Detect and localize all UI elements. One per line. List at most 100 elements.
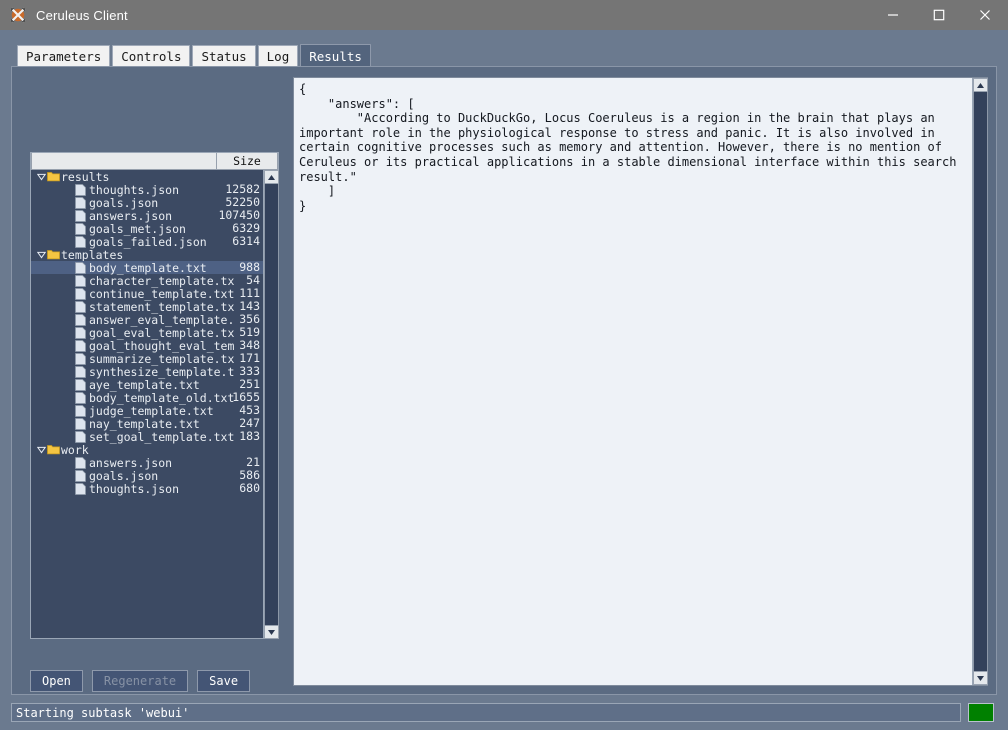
title-bar: Ceruleus Client [0, 0, 1008, 30]
tree-row-label: results [61, 170, 110, 184]
tree-row-label: aye_template.txt [89, 377, 200, 392]
tab-log[interactable]: Log [257, 45, 299, 67]
tree-file-row[interactable]: answer_eval_template. 356 [31, 312, 263, 327]
tree-row-label: goals.json [89, 195, 159, 210]
file-content-scrollbar[interactable] [972, 78, 988, 685]
column-header-name[interactable] [31, 153, 217, 170]
file-content-text[interactable]: { "answers": [ "According to DuckDuckGo,… [294, 78, 973, 685]
tree-file-row[interactable]: goals.json 586 [31, 468, 263, 483]
tree-file-row[interactable]: body_template_old.txt 1655 [31, 390, 263, 405]
status-bar: Starting subtask 'webui' [11, 702, 997, 723]
tree-row-label: body_template.txt [89, 260, 207, 275]
tree-row-label: goal_thought_eval_tem [89, 338, 235, 353]
file-icon [75, 313, 86, 326]
tree-folder-row[interactable]: templates [31, 247, 263, 262]
file-icon [75, 209, 86, 222]
file-tree[interactable]: Size results thoughts.json 12582 goals.json… [30, 152, 279, 639]
open-button[interactable]: Open [30, 670, 83, 692]
tree-file-row[interactable]: set_goal_template.txt 183 [31, 429, 263, 444]
file-icon [75, 378, 86, 391]
status-led-green [968, 703, 994, 722]
column-header-size[interactable]: Size [217, 153, 278, 170]
file-action-buttons: Open Regenerate Save [30, 670, 251, 692]
file-icon [75, 235, 86, 248]
file-tree-scrollbar[interactable] [263, 170, 279, 639]
tree-file-row[interactable]: goals_met.json 6329 [31, 222, 263, 236]
tree-row-size: 6314 [232, 234, 260, 248]
scroll-down-icon[interactable] [264, 625, 279, 639]
tree-file-row[interactable]: goals_failed.json 6314 [31, 234, 263, 249]
tree-row-label: continue_template.txt [89, 286, 235, 301]
file-icon [75, 287, 86, 300]
tree-row-label: answers.json [89, 455, 173, 470]
tab-parameters[interactable]: Parameters [17, 45, 111, 67]
tree-row-label: answers.json [89, 208, 173, 223]
tree-row-label: goals_failed.json [89, 234, 207, 249]
tab-controls[interactable]: Controls [112, 45, 191, 67]
content-scroll-up-icon[interactable] [973, 78, 988, 92]
minimize-button[interactable] [870, 0, 916, 30]
scroll-up-icon[interactable] [264, 170, 279, 184]
tree-row-label: body_template_old.txt [89, 390, 235, 405]
file-tree-body: results thoughts.json 12582 goals.json 52250… [31, 170, 263, 639]
window-body: Parameters Controls Status Log Results S… [0, 30, 1008, 730]
file-icon [75, 196, 86, 209]
tree-row-label: character_template.tx [89, 273, 235, 288]
file-tree-header: Size [31, 153, 278, 170]
tree-file-row[interactable]: thoughts.json 680 [31, 482, 263, 496]
folder-icon [47, 249, 60, 260]
tree-file-row[interactable]: statement_template.tx 143 [31, 299, 263, 314]
tree-row-label: answer_eval_template. [89, 312, 235, 327]
file-icon [75, 404, 86, 417]
regenerate-button[interactable]: Regenerate [91, 670, 189, 692]
file-icon [75, 274, 86, 287]
tree-file-row[interactable]: continue_template.txt 111 [31, 286, 263, 301]
tab-results[interactable]: Results [300, 44, 371, 67]
maximize-button[interactable] [916, 0, 962, 30]
save-button[interactable]: Save [197, 670, 251, 692]
expander-triangle-icon[interactable] [35, 443, 47, 456]
crossed-swords-icon [9, 6, 27, 24]
application-window: Ceruleus Client Parameters Controls Stat… [0, 0, 1008, 730]
tree-file-row[interactable]: answers.json 21 [31, 455, 263, 470]
results-panel: Size results thoughts.json 12582 goals.json… [11, 66, 997, 695]
tree-row-label: templates [61, 247, 124, 262]
file-icon [75, 391, 86, 404]
content-scroll-down-icon[interactable] [973, 671, 988, 685]
file-icon [75, 222, 86, 235]
tree-file-row[interactable]: aye_template.txt 251 [31, 377, 263, 392]
tree-file-row[interactable]: goal_eval_template.tx 519 [31, 326, 263, 340]
file-icon [75, 365, 86, 378]
file-browser-pane: Size results thoughts.json 12582 goals.json… [12, 67, 293, 694]
tree-row-label: judge_template.txt [89, 403, 214, 418]
folder-icon [47, 444, 60, 455]
tree-file-row[interactable]: summarize_template.tx 171 [31, 352, 263, 366]
tree-row-label: nay_template.txt [89, 416, 200, 431]
tree-file-row[interactable]: judge_template.txt 453 [31, 403, 263, 418]
expander-triangle-icon[interactable] [35, 170, 47, 183]
tree-folder-row[interactable]: work [31, 443, 263, 457]
file-content-scroll-track[interactable] [973, 92, 988, 671]
tree-file-row[interactable]: body_template.txt 988 [31, 260, 263, 275]
file-tree-scroll-track[interactable] [264, 184, 279, 625]
close-button[interactable] [962, 0, 1008, 30]
expander-triangle-icon[interactable] [35, 248, 47, 261]
file-icon [75, 300, 86, 313]
file-icon [75, 326, 86, 339]
file-icon [75, 352, 86, 365]
file-icon [75, 456, 86, 469]
tree-file-row[interactable]: synthesize_template.t 333 [31, 365, 263, 379]
file-icon [75, 339, 86, 352]
tree-file-row[interactable]: nay_template.txt 247 [31, 416, 263, 431]
tree-file-row[interactable]: answers.json 107450 [31, 208, 263, 223]
tree-row-label: statement_template.tx [89, 299, 235, 314]
tab-status[interactable]: Status [192, 45, 256, 67]
status-message: Starting subtask 'webui' [11, 703, 961, 722]
tree-row-label: set_goal_template.txt [89, 429, 235, 444]
file-icon [75, 261, 86, 274]
tree-file-row[interactable]: goal_thought_eval_tem 348 [31, 338, 263, 353]
file-icon [75, 183, 86, 196]
file-icon [75, 417, 86, 430]
tree-row-label: goals.json [89, 468, 159, 483]
tree-file-row[interactable]: character_template.tx 54 [31, 273, 263, 288]
